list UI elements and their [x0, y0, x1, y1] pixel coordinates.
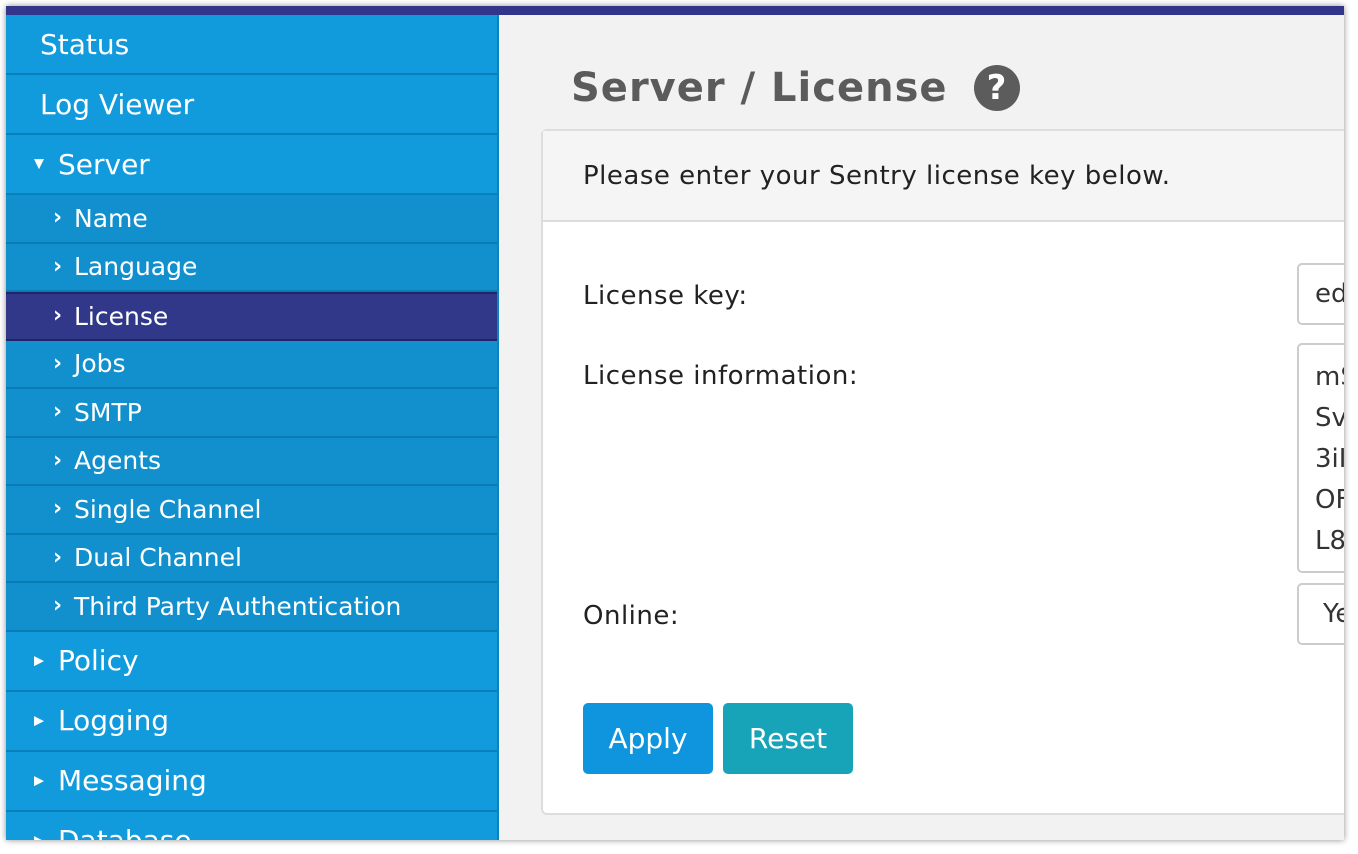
sidebar-item-policy[interactable]: ▶ Policy: [6, 631, 497, 692]
caret-right-icon: ▶: [34, 773, 44, 788]
sidebar-subitem-label: Agents: [74, 446, 162, 476]
sidebar-subitem-language[interactable]: › Language: [6, 243, 497, 292]
chevron-right-icon: ›: [53, 447, 63, 473]
sidebar-subitem-jobs[interactable]: › Jobs: [6, 340, 497, 389]
app-window: Status Log Viewer ▼ Server › Name › Lang…: [6, 6, 1344, 840]
caret-right-icon: ▶: [34, 713, 44, 728]
sidebar-subitem-single-channel[interactable]: › Single Channel: [6, 486, 497, 535]
sidebar-item-messaging[interactable]: ▶ Messaging: [6, 751, 497, 812]
license-information-textarea[interactable]: mS Sv 3iI OF L8: [1297, 343, 1344, 573]
sidebar-item-label: Log Viewer: [40, 87, 195, 121]
sidebar-subitem-smtp[interactable]: › SMTP: [6, 389, 497, 438]
chevron-right-icon: ›: [53, 350, 63, 376]
license-info-line: Sv: [1315, 403, 1344, 433]
sidebar-item-label: Policy: [58, 644, 139, 677]
chevron-right-icon: ›: [53, 253, 63, 279]
question-circle-icon[interactable]: ?: [973, 65, 1020, 111]
sidebar-item-log-viewer[interactable]: Log Viewer: [6, 75, 497, 135]
panel-heading: Please enter your Sentry license key bel…: [543, 131, 1344, 222]
sidebar-subitem-third-party-authentication[interactable]: › Third Party Authentication: [6, 583, 497, 632]
sidebar-subitem-name[interactable]: › Name: [6, 195, 497, 244]
license-information-label: License information:: [583, 361, 859, 391]
chevron-right-icon: ›: [53, 496, 63, 522]
sidebar-item-logging[interactable]: ▶ Logging: [6, 691, 497, 752]
online-label: Online:: [583, 601, 680, 631]
sidebar-subitem-label: SMTP: [74, 397, 142, 427]
page-title-text: Server / License: [571, 65, 948, 111]
sidebar-item-server[interactable]: ▼ Server: [6, 135, 497, 195]
chevron-right-icon: ›: [53, 205, 63, 231]
chevron-right-icon: ›: [53, 399, 63, 425]
license-panel: Please enter your Sentry license key bel…: [541, 129, 1344, 815]
top-bar: [6, 6, 1344, 15]
sidebar-subitem-label: Dual Channel: [74, 543, 242, 573]
license-info-line: mS: [1315, 362, 1344, 392]
sidebar-subitem-label: License: [74, 301, 169, 331]
page-title: Server / License ?: [571, 65, 1020, 111]
license-info-line: L8: [1315, 526, 1344, 556]
sidebar: Status Log Viewer ▼ Server › Name › Lang…: [6, 15, 499, 840]
main-content: Server / License ? Please enter your Sen…: [501, 15, 1344, 840]
sidebar-item-label: Server: [58, 147, 150, 181]
sidebar-item-label: Database: [58, 824, 192, 840]
sidebar-subitem-label: Single Channel: [74, 494, 262, 524]
sidebar-item-label: Messaging: [58, 764, 207, 797]
sidebar-subitem-label: Name: [74, 203, 148, 233]
online-select[interactable]: Ye: [1297, 583, 1344, 645]
chevron-right-icon: ›: [53, 303, 63, 329]
chevron-right-icon: ›: [53, 593, 63, 619]
sidebar-item-label: Status: [40, 27, 130, 61]
license-key-input[interactable]: ed: [1297, 263, 1344, 325]
caret-down-icon: ▼: [34, 156, 44, 172]
license-info-line: OF: [1315, 485, 1344, 515]
apply-button[interactable]: Apply: [583, 703, 713, 774]
sidebar-item-status[interactable]: Status: [6, 15, 497, 75]
sidebar-item-database[interactable]: ▶ Database: [6, 811, 497, 840]
chevron-right-icon: ›: [53, 544, 63, 570]
sidebar-subitem-license[interactable]: › License: [6, 292, 497, 341]
license-info-line: 3iI: [1315, 444, 1344, 474]
sidebar-subitem-dual-channel[interactable]: › Dual Channel: [6, 534, 497, 583]
license-key-label: License key:: [583, 281, 748, 311]
sidebar-subitem-agents[interactable]: › Agents: [6, 437, 497, 486]
sidebar-item-label: Logging: [58, 704, 170, 737]
reset-button[interactable]: Reset: [723, 703, 853, 774]
sidebar-subitem-label: Third Party Authentication: [74, 591, 402, 621]
sidebar-subitem-label: Jobs: [74, 349, 126, 379]
caret-right-icon: ▶: [34, 653, 44, 668]
caret-right-icon: ▶: [34, 834, 44, 840]
sidebar-subitem-label: Language: [74, 252, 198, 282]
